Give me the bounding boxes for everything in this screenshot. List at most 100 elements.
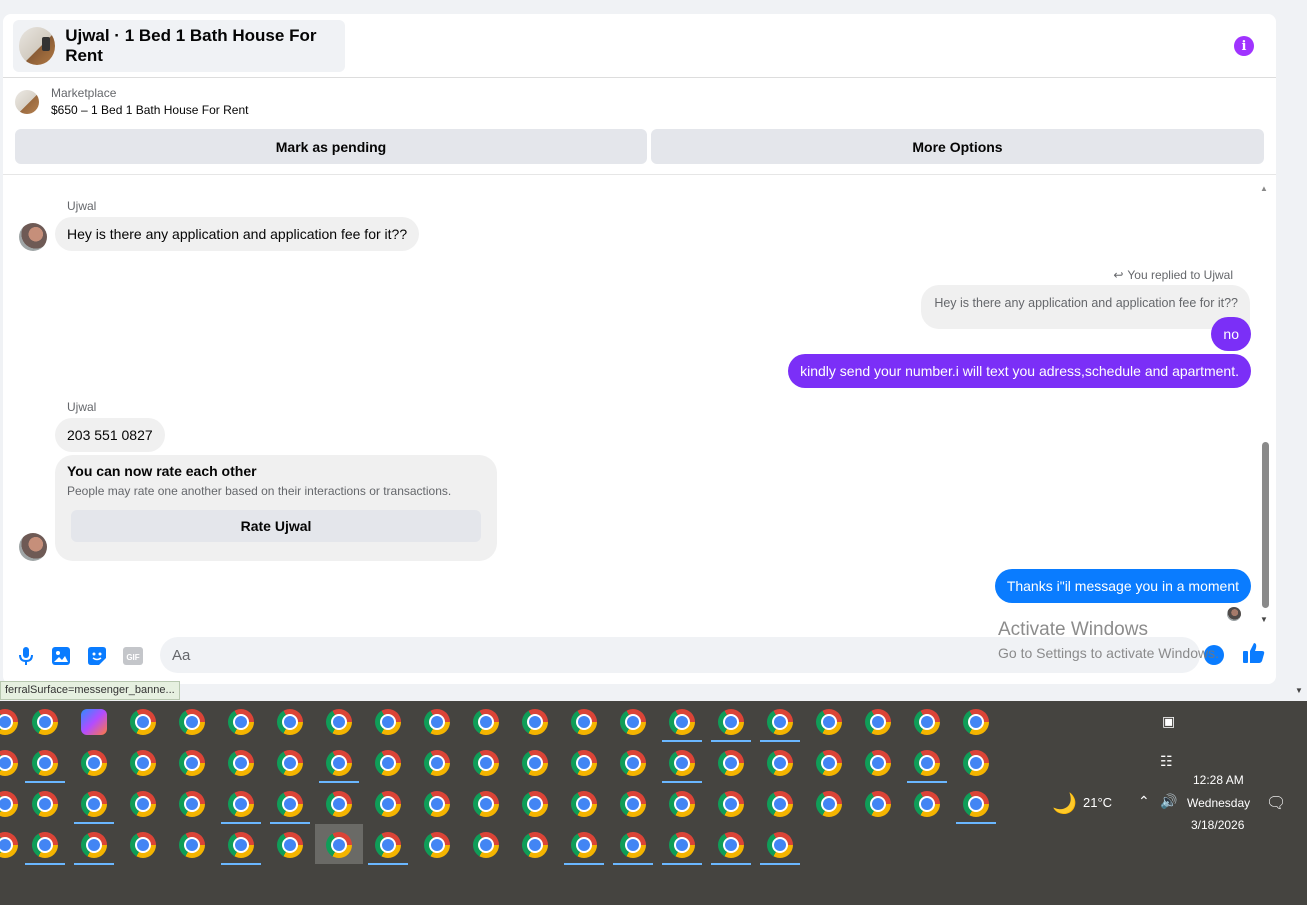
chrome-icon[interactable] bbox=[375, 832, 401, 858]
chrome-icon[interactable] bbox=[865, 791, 891, 817]
scroll-up-arrow-icon[interactable]: ▲ bbox=[1260, 184, 1268, 193]
chrome-icon[interactable] bbox=[473, 750, 499, 776]
chrome-icon[interactable] bbox=[571, 709, 597, 735]
notifications-icon[interactable]: 🗨 bbox=[1266, 793, 1286, 813]
chrome-icon[interactable] bbox=[0, 791, 18, 817]
chrome-icon[interactable] bbox=[669, 709, 695, 735]
photo-icon[interactable] bbox=[51, 646, 71, 666]
chrome-icon[interactable] bbox=[914, 750, 940, 776]
marketplace-listing[interactable]: Marketplace $650 – 1 Bed 1 Bath House Fo… bbox=[15, 86, 248, 117]
more-options-button[interactable]: More Options bbox=[651, 129, 1264, 164]
info-icon[interactable]: i bbox=[1234, 36, 1254, 56]
chrome-icon[interactable] bbox=[522, 832, 548, 858]
chrome-icon[interactable] bbox=[473, 832, 499, 858]
outgoing-message[interactable]: Thanks i"il message you in a moment bbox=[994, 569, 1251, 603]
chrome-icon[interactable] bbox=[669, 791, 695, 817]
chrome-icon[interactable] bbox=[571, 750, 597, 776]
chrome-icon[interactable] bbox=[669, 750, 695, 776]
chrome-icon[interactable] bbox=[816, 750, 842, 776]
chrome-icon[interactable] bbox=[130, 832, 156, 858]
chrome-icon[interactable] bbox=[375, 709, 401, 735]
chrome-icon[interactable] bbox=[620, 791, 646, 817]
chrome-icon[interactable] bbox=[32, 709, 58, 735]
chrome-icon[interactable] bbox=[277, 832, 303, 858]
chrome-icon[interactable] bbox=[81, 832, 107, 858]
chrome-icon[interactable] bbox=[0, 832, 18, 858]
mark-as-pending-button[interactable]: Mark as pending bbox=[15, 129, 647, 164]
messages-scrollbar[interactable]: ▲ ▼ bbox=[1260, 184, 1270, 624]
chrome-icon[interactable] bbox=[473, 791, 499, 817]
conversation-header[interactable]: Ujwal · 1 Bed 1 Bath House For Rent bbox=[13, 20, 345, 72]
chrome-icon[interactable] bbox=[179, 750, 205, 776]
chrome-icon[interactable] bbox=[0, 750, 18, 776]
sticker-icon[interactable] bbox=[87, 646, 107, 666]
chrome-icon[interactable] bbox=[179, 709, 205, 735]
chrome-icon[interactable] bbox=[424, 791, 450, 817]
outgoing-message[interactable]: kindly send your number.i will text you … bbox=[788, 354, 1251, 388]
chrome-icon[interactable] bbox=[767, 709, 793, 735]
chrome-icon[interactable] bbox=[326, 709, 352, 735]
chrome-icon[interactable] bbox=[228, 750, 254, 776]
clock-date[interactable]: 3/18/2026 bbox=[1191, 818, 1244, 832]
chrome-icon[interactable] bbox=[571, 832, 597, 858]
gif-icon[interactable]: GIF bbox=[123, 646, 143, 666]
chrome-icon[interactable] bbox=[130, 709, 156, 735]
microphone-icon[interactable] bbox=[16, 646, 36, 666]
chrome-icon[interactable] bbox=[620, 832, 646, 858]
copilot-icon[interactable] bbox=[81, 709, 107, 735]
clock-day[interactable]: Wednesday bbox=[1187, 796, 1250, 810]
chrome-icon[interactable] bbox=[816, 709, 842, 735]
chrome-icon[interactable] bbox=[375, 791, 401, 817]
chrome-icon[interactable] bbox=[228, 709, 254, 735]
speaker-icon[interactable]: 🔊 bbox=[1160, 793, 1177, 810]
chrome-icon[interactable] bbox=[914, 709, 940, 735]
chrome-icon[interactable] bbox=[865, 750, 891, 776]
thumbs-up-icon[interactable] bbox=[1243, 642, 1265, 669]
chrome-icon[interactable] bbox=[718, 791, 744, 817]
chrome-icon[interactable] bbox=[669, 832, 695, 858]
scroll-thumb[interactable] bbox=[1262, 442, 1269, 608]
page-scroll-down-icon[interactable]: ▼ bbox=[1295, 686, 1303, 695]
chrome-icon[interactable] bbox=[963, 750, 989, 776]
incoming-message[interactable]: 203 551 0827 bbox=[55, 418, 165, 452]
chrome-icon[interactable] bbox=[522, 791, 548, 817]
chrome-icon[interactable] bbox=[718, 750, 744, 776]
chrome-icon[interactable] bbox=[473, 709, 499, 735]
chrome-icon[interactable] bbox=[571, 791, 597, 817]
chrome-icon[interactable] bbox=[767, 791, 793, 817]
chrome-icon[interactable] bbox=[179, 832, 205, 858]
chrome-icon[interactable] bbox=[375, 750, 401, 776]
chrome-icon[interactable] bbox=[718, 832, 744, 858]
chrome-icon[interactable] bbox=[228, 791, 254, 817]
chrome-icon[interactable] bbox=[32, 832, 58, 858]
chrome-icon[interactable] bbox=[32, 791, 58, 817]
chrome-icon[interactable] bbox=[767, 750, 793, 776]
network-icon[interactable]: ☷ bbox=[1160, 753, 1173, 770]
avatar[interactable] bbox=[19, 533, 47, 561]
chrome-icon[interactable] bbox=[424, 832, 450, 858]
temperature[interactable]: 21°C bbox=[1083, 795, 1112, 810]
chrome-icon[interactable] bbox=[424, 709, 450, 735]
chrome-icon[interactable] bbox=[0, 709, 18, 735]
rate-user-button[interactable]: Rate Ujwal bbox=[71, 510, 481, 542]
chrome-icon[interactable] bbox=[32, 750, 58, 776]
scroll-down-arrow-icon[interactable]: ▼ bbox=[1260, 615, 1268, 624]
chrome-icon[interactable] bbox=[81, 791, 107, 817]
chrome-icon[interactable] bbox=[228, 832, 254, 858]
chrome-icon[interactable] bbox=[277, 750, 303, 776]
moon-weather-icon[interactable]: 🌙 bbox=[1052, 791, 1077, 816]
chevron-up-icon[interactable]: ⌃ bbox=[1138, 793, 1150, 810]
chrome-icon[interactable] bbox=[963, 709, 989, 735]
chrome-icon[interactable] bbox=[326, 832, 352, 858]
chrome-icon[interactable] bbox=[963, 791, 989, 817]
incoming-message[interactable]: Hey is there any application and applica… bbox=[55, 217, 420, 251]
meet-now-icon[interactable]: ▣ bbox=[1162, 713, 1175, 730]
outgoing-message[interactable]: no bbox=[1211, 317, 1251, 351]
clock-time[interactable]: 12:28 AM bbox=[1193, 773, 1244, 787]
chrome-icon[interactable] bbox=[522, 750, 548, 776]
chrome-icon[interactable] bbox=[277, 791, 303, 817]
chrome-icon[interactable] bbox=[620, 750, 646, 776]
chrome-icon[interactable] bbox=[277, 709, 303, 735]
chrome-icon[interactable] bbox=[424, 750, 450, 776]
chrome-icon[interactable] bbox=[522, 709, 548, 735]
